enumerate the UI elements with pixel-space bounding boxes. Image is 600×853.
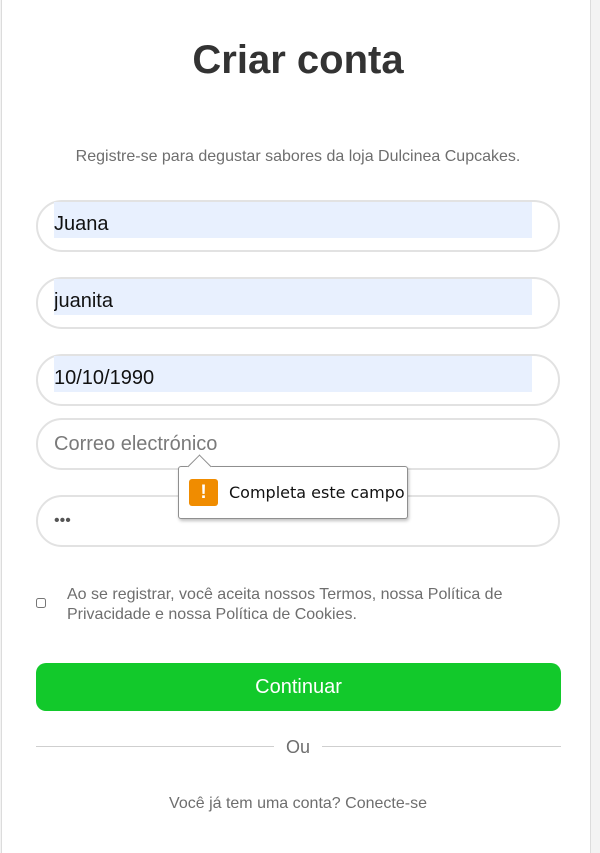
- warning-icon: !: [189, 479, 218, 506]
- name-input[interactable]: [54, 202, 524, 246]
- tooltip-message: Completa este campo: [229, 483, 405, 502]
- terms-text: Ao se registrar, você aceita nossos Term…: [67, 586, 503, 623]
- divider-line-left: [36, 746, 274, 747]
- email-input[interactable]: [54, 420, 524, 468]
- terms-checkbox[interactable]: [36, 598, 46, 608]
- signup-card: Criar conta Registre-se para degustar sa…: [1, 0, 591, 853]
- birthdate-field-wrapper: [36, 354, 560, 406]
- name-field-wrapper: [36, 200, 560, 252]
- birthdate-input[interactable]: [54, 356, 524, 400]
- validation-tooltip: ! Completa este campo: [178, 454, 408, 519]
- divider-label: Ou: [285, 737, 310, 757]
- continue-button[interactable]: Continuar: [36, 663, 561, 711]
- username-field-wrapper: [36, 277, 560, 329]
- login-prompt: Você já tem uma conta? Conecte-se: [2, 795, 594, 813]
- divider-line-right: [322, 746, 561, 747]
- page-subtitle: Registre-se para degustar sabores da loj…: [75, 148, 521, 165]
- username-input[interactable]: [54, 279, 524, 323]
- login-link[interactable]: Conecte-se: [345, 795, 427, 812]
- email-field-wrapper: [36, 418, 560, 470]
- page-title: Criar conta: [192, 38, 404, 82]
- login-prompt-text: Você já tem uma conta?: [169, 795, 341, 812]
